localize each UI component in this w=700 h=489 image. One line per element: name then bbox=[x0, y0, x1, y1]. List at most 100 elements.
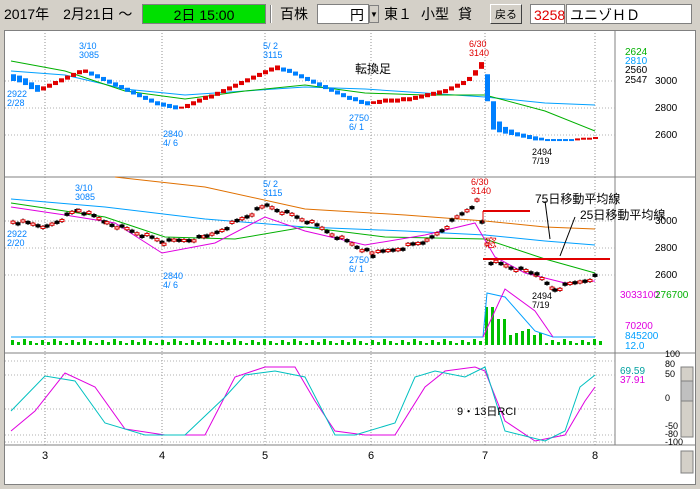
volume-bar bbox=[509, 335, 512, 345]
candle-body bbox=[154, 238, 160, 242]
annotation-text: 6/ 1 bbox=[349, 122, 364, 132]
kagi-brick bbox=[323, 85, 328, 90]
back-button[interactable]: 戻る bbox=[490, 4, 522, 24]
volume-value: 3033100 bbox=[620, 290, 659, 301]
volume-ma bbox=[11, 292, 595, 338]
x-label: 8 bbox=[592, 450, 598, 462]
kagi-brick bbox=[233, 83, 238, 88]
kagi-brick bbox=[227, 86, 232, 91]
candle-body bbox=[279, 211, 285, 215]
volume-bar bbox=[431, 340, 434, 345]
candle-body bbox=[249, 213, 255, 217]
volume-bar bbox=[347, 342, 350, 345]
volume-bar bbox=[383, 339, 386, 345]
stock-code-field[interactable]: 3258 bbox=[530, 4, 565, 24]
volume-bar bbox=[125, 343, 128, 345]
kagi-brick bbox=[77, 70, 82, 75]
volume-bar bbox=[287, 342, 290, 345]
candle-body bbox=[224, 227, 230, 231]
annotation-text: 3115 bbox=[263, 50, 282, 60]
annotation-text: 7/19 bbox=[532, 300, 550, 310]
rci-title: 9・13日RCI bbox=[457, 406, 516, 418]
kagi-brick bbox=[443, 89, 448, 94]
volume-bar bbox=[251, 340, 254, 345]
volume-bar bbox=[527, 329, 530, 345]
volume-bar bbox=[377, 342, 380, 345]
volume-bar bbox=[17, 342, 20, 345]
volume-bar bbox=[341, 340, 344, 345]
kagi-brick bbox=[137, 93, 142, 98]
candle-body bbox=[314, 223, 320, 227]
price-tick: 2800 bbox=[655, 243, 678, 254]
price-tick: 3000 bbox=[655, 216, 678, 227]
kagi-brick bbox=[479, 62, 484, 69]
candle-body bbox=[582, 279, 588, 283]
volume-bar bbox=[185, 343, 188, 345]
annotation-text: 3140 bbox=[471, 186, 491, 196]
candle-body bbox=[410, 242, 416, 246]
candle-body bbox=[91, 214, 97, 218]
annotation-text: 4/ 6 bbox=[163, 138, 178, 148]
kagi-brick bbox=[563, 139, 568, 142]
candle-body bbox=[390, 248, 396, 252]
candle-body bbox=[439, 229, 445, 233]
kagi-brick bbox=[131, 90, 136, 95]
candle-body bbox=[464, 209, 470, 213]
volume-bar bbox=[215, 343, 218, 345]
kagi-brick bbox=[557, 139, 562, 142]
kagi-brick bbox=[491, 101, 496, 130]
kagi-brick bbox=[287, 68, 292, 73]
annotation-text: 6/ 1 bbox=[349, 264, 364, 274]
price-unit-select[interactable]: 円 bbox=[317, 4, 369, 24]
candle-body bbox=[385, 249, 391, 253]
volume-bar bbox=[305, 343, 308, 345]
candle-body bbox=[557, 287, 563, 291]
volume-bar bbox=[29, 341, 32, 345]
kagi-brick bbox=[413, 95, 418, 100]
volume-bar bbox=[563, 339, 566, 345]
volume-bar bbox=[461, 340, 464, 345]
volume-bar bbox=[317, 342, 320, 345]
candle-body bbox=[86, 210, 92, 215]
candle-body bbox=[349, 242, 355, 246]
volume-bar bbox=[419, 341, 422, 345]
volume-bar bbox=[221, 340, 224, 345]
volume-bar bbox=[233, 339, 236, 345]
volume-bar bbox=[551, 340, 554, 345]
candle-body bbox=[284, 210, 290, 214]
time-display: 2日 15:00 bbox=[142, 4, 266, 24]
kagi-brick bbox=[263, 70, 268, 75]
volume-bar bbox=[587, 342, 590, 345]
candle-body bbox=[30, 222, 36, 226]
candle-body bbox=[369, 251, 375, 255]
candle-body bbox=[534, 272, 540, 276]
candle-body bbox=[44, 224, 50, 228]
chevron-down-icon[interactable]: ▼ bbox=[369, 5, 379, 23]
volume-bar bbox=[425, 343, 428, 345]
candle-body bbox=[344, 239, 350, 243]
volume-bar bbox=[35, 343, 38, 345]
kagi-brick bbox=[257, 72, 262, 77]
candle-body bbox=[523, 268, 529, 273]
volume-bar bbox=[545, 343, 548, 345]
price-tick: 2600 bbox=[655, 130, 678, 141]
scroll-button bbox=[680, 450, 694, 474]
kagi-brick bbox=[353, 97, 358, 102]
rci-tick: 80 bbox=[665, 359, 675, 369]
candle-body bbox=[196, 235, 202, 239]
candle-body bbox=[234, 218, 240, 223]
kagi-brick bbox=[149, 98, 154, 103]
kagi-brick bbox=[17, 75, 22, 83]
kagi-brick bbox=[533, 136, 538, 141]
candle-body bbox=[319, 226, 325, 230]
kagi-brick bbox=[275, 65, 280, 71]
x-label: 6 bbox=[368, 450, 374, 462]
kagi-brick bbox=[569, 139, 574, 142]
candle-body bbox=[405, 242, 411, 246]
kagi-brick bbox=[65, 75, 70, 80]
kagi-brick bbox=[119, 85, 124, 90]
kagi-brick bbox=[47, 83, 52, 88]
kagi-brick bbox=[587, 137, 592, 140]
kagi-brick bbox=[581, 137, 586, 140]
annotation-text: 3140 bbox=[469, 48, 489, 58]
